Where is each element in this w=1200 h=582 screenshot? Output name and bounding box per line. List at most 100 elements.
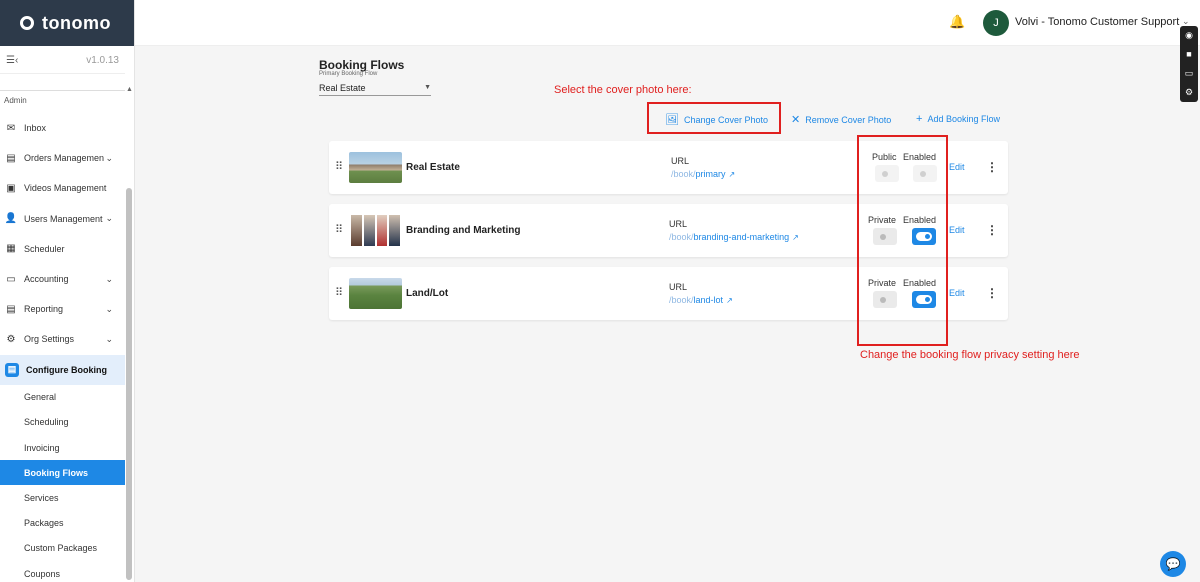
sidebar-item-accounting[interactable]: ▭ Accounting ⌄: [0, 264, 125, 294]
url-label: URL: [669, 282, 688, 292]
sidebar-item-orders[interactable]: ▤ Orders Management ⌄: [0, 143, 125, 173]
url-slug: branding-and-marketing: [693, 232, 790, 242]
capture-toolbar: ◉ ■ ▭ ⚙: [1180, 26, 1198, 102]
url-label: URL: [671, 156, 690, 166]
flow-url-link[interactable]: /book/branding-and-marketing ↗: [669, 232, 799, 242]
sidebar-item-inbox[interactable]: ✉ Inbox: [0, 113, 125, 143]
add-booking-flow-label: Add Booking Flow: [927, 114, 1000, 124]
video-camera-icon[interactable]: ■: [1186, 49, 1191, 59]
gear-icon: ⚙: [6, 333, 16, 345]
booking-icon: ▤: [5, 362, 19, 377]
sidebar-item-label: Org Settings: [24, 334, 75, 345]
sidebar-item-videos[interactable]: ▣ Videos Management: [0, 173, 125, 203]
avatar[interactable]: J: [983, 10, 1009, 36]
annotation-privacy-hint: Change the booking flow privacy setting …: [860, 349, 1080, 361]
flow-url-link[interactable]: /book/land-lot ↗: [669, 295, 733, 305]
more-options-icon[interactable]: ⋮: [986, 160, 998, 174]
chevron-down-icon[interactable]: ⌄: [105, 274, 113, 285]
camera-icon[interactable]: ◉: [1185, 30, 1193, 41]
chevron-down-icon[interactable]: ⌄: [105, 334, 113, 345]
scroll-up-arrow-icon[interactable]: ▲: [126, 86, 133, 93]
sidebar-subitem-custom-packages[interactable]: Custom Packages: [0, 536, 125, 561]
sidebar-scrollbar[interactable]: [126, 188, 132, 580]
accounting-icon: ▭: [6, 273, 16, 285]
cover-thumbnail: [349, 278, 402, 309]
plus-icon: +: [916, 113, 923, 125]
flow-name: Land/Lot: [406, 288, 449, 299]
drag-handle-icon[interactable]: ⠿: [335, 160, 343, 173]
sidebar-subitem-invoicing[interactable]: Invoicing: [0, 435, 125, 460]
video-icon: ▣: [6, 182, 16, 194]
photo-tile: [351, 215, 362, 246]
flow-name: Branding and Marketing: [406, 225, 521, 236]
app-version: v1.0.13: [86, 55, 119, 66]
primary-flow-select[interactable]: Real Estate ▼: [319, 80, 431, 96]
report-icon: ▤: [6, 303, 16, 315]
cover-thumbnail: [349, 215, 402, 246]
change-cover-photo-label: Change Cover Photo: [683, 114, 769, 125]
annotation-cover-hint: Select the cover photo here:: [554, 84, 692, 96]
sidebar: tonomo ☰‹ v1.0.13 ▲ Admin ✉ Inbox ▤ Orders…: [0, 0, 135, 582]
sidebar-item-label: Accounting: [24, 274, 69, 285]
sidebar-item-scheduler[interactable]: ▦ Scheduler: [0, 234, 125, 264]
sidebar-item-users[interactable]: 👤 Users Management ⌄: [0, 204, 125, 234]
sidebar-subitem-services[interactable]: Services: [0, 485, 125, 510]
sidebar-item-label: Orders Management: [24, 153, 104, 164]
logo-mark-icon: [20, 16, 34, 30]
sidebar-item-label: Scheduler: [24, 243, 65, 254]
chevron-down-icon[interactable]: ⌄: [105, 304, 113, 315]
edit-link[interactable]: Edit: [949, 225, 965, 235]
sidebar-subitem-general[interactable]: General: [0, 385, 125, 410]
remove-cover-photo-button[interactable]: ✕ Remove Cover Photo: [791, 113, 891, 126]
url-prefix: /book/: [669, 295, 694, 305]
sidebar-item-label: Videos Management: [24, 183, 107, 194]
external-link-icon: ↗: [726, 296, 733, 305]
logo[interactable]: tonomo: [0, 0, 134, 46]
remove-cover-photo-label: Remove Cover Photo: [805, 114, 892, 125]
change-cover-photo-button[interactable]: 🖼 Change Cover Photo: [665, 113, 768, 126]
sidebar-subitem-packages[interactable]: Packages: [0, 511, 125, 536]
url-label: URL: [669, 219, 688, 229]
sidebar-subitem-booking-flows[interactable]: Booking Flows: [0, 460, 125, 486]
users-icon: 👤: [4, 213, 18, 225]
sidebar-item-label: Reporting: [24, 304, 64, 315]
sidebar-item-label: Users Management: [24, 213, 103, 224]
dropdown-caret-icon: ▼: [424, 84, 431, 91]
user-name[interactable]: Volvi - Tonomo Customer Support: [1015, 16, 1179, 28]
edit-link[interactable]: Edit: [949, 288, 965, 298]
notification-bell-icon[interactable]: 🔔: [949, 14, 965, 30]
more-options-icon[interactable]: ⋮: [986, 223, 998, 237]
add-booking-flow-button[interactable]: + Add Booking Flow: [916, 113, 1000, 125]
sidebar-subitem-scheduling[interactable]: Scheduling: [0, 410, 125, 435]
sidebar-item-org-settings[interactable]: ⚙ Org Settings ⌄: [0, 324, 125, 354]
drag-handle-icon[interactable]: ⠿: [335, 286, 343, 299]
close-icon: ✕: [791, 114, 801, 126]
sidebar-item-label: Inbox: [24, 123, 47, 134]
screen-icon[interactable]: ▭: [1185, 68, 1194, 79]
flow-name: Real Estate: [406, 162, 460, 173]
edit-link[interactable]: Edit: [949, 162, 965, 172]
photo-tile: [363, 215, 375, 246]
url-prefix: /book/: [669, 232, 694, 242]
sidebar-subitem-coupons[interactable]: Coupons: [0, 561, 125, 582]
page-title: Booking Flows: [319, 58, 405, 72]
calendar-icon: ▦: [6, 243, 16, 255]
sidebar-item-label: Configure Booking: [26, 364, 107, 375]
gear-icon[interactable]: ⚙: [1185, 87, 1193, 98]
more-options-icon[interactable]: ⋮: [986, 286, 998, 300]
photo-tile: [389, 215, 400, 246]
chevron-down-icon[interactable]: ⌄: [105, 153, 113, 164]
annotation-highlight-privacy: [857, 135, 948, 346]
primary-flow-value: Real Estate: [319, 82, 366, 93]
sidebar-item-reporting[interactable]: ▤ Reporting ⌄: [0, 294, 125, 324]
flow-url-link[interactable]: /book/primary ↗: [671, 169, 735, 179]
chevron-down-icon[interactable]: ⌄: [105, 213, 113, 224]
chat-support-icon[interactable]: 💬: [1160, 551, 1186, 577]
top-bar: 🔔 J Volvi - Tonomo Customer Support ⌄: [135, 0, 1200, 46]
url-prefix: /book/: [671, 169, 696, 179]
section-label-admin: Admin: [4, 96, 27, 105]
sidebar-item-configure-booking[interactable]: ▤ Configure Booking: [0, 354, 125, 385]
collapse-sidebar-icon[interactable]: ☰‹: [6, 55, 18, 66]
cover-thumbnail: [349, 152, 402, 183]
drag-handle-icon[interactable]: ⠿: [335, 223, 343, 236]
